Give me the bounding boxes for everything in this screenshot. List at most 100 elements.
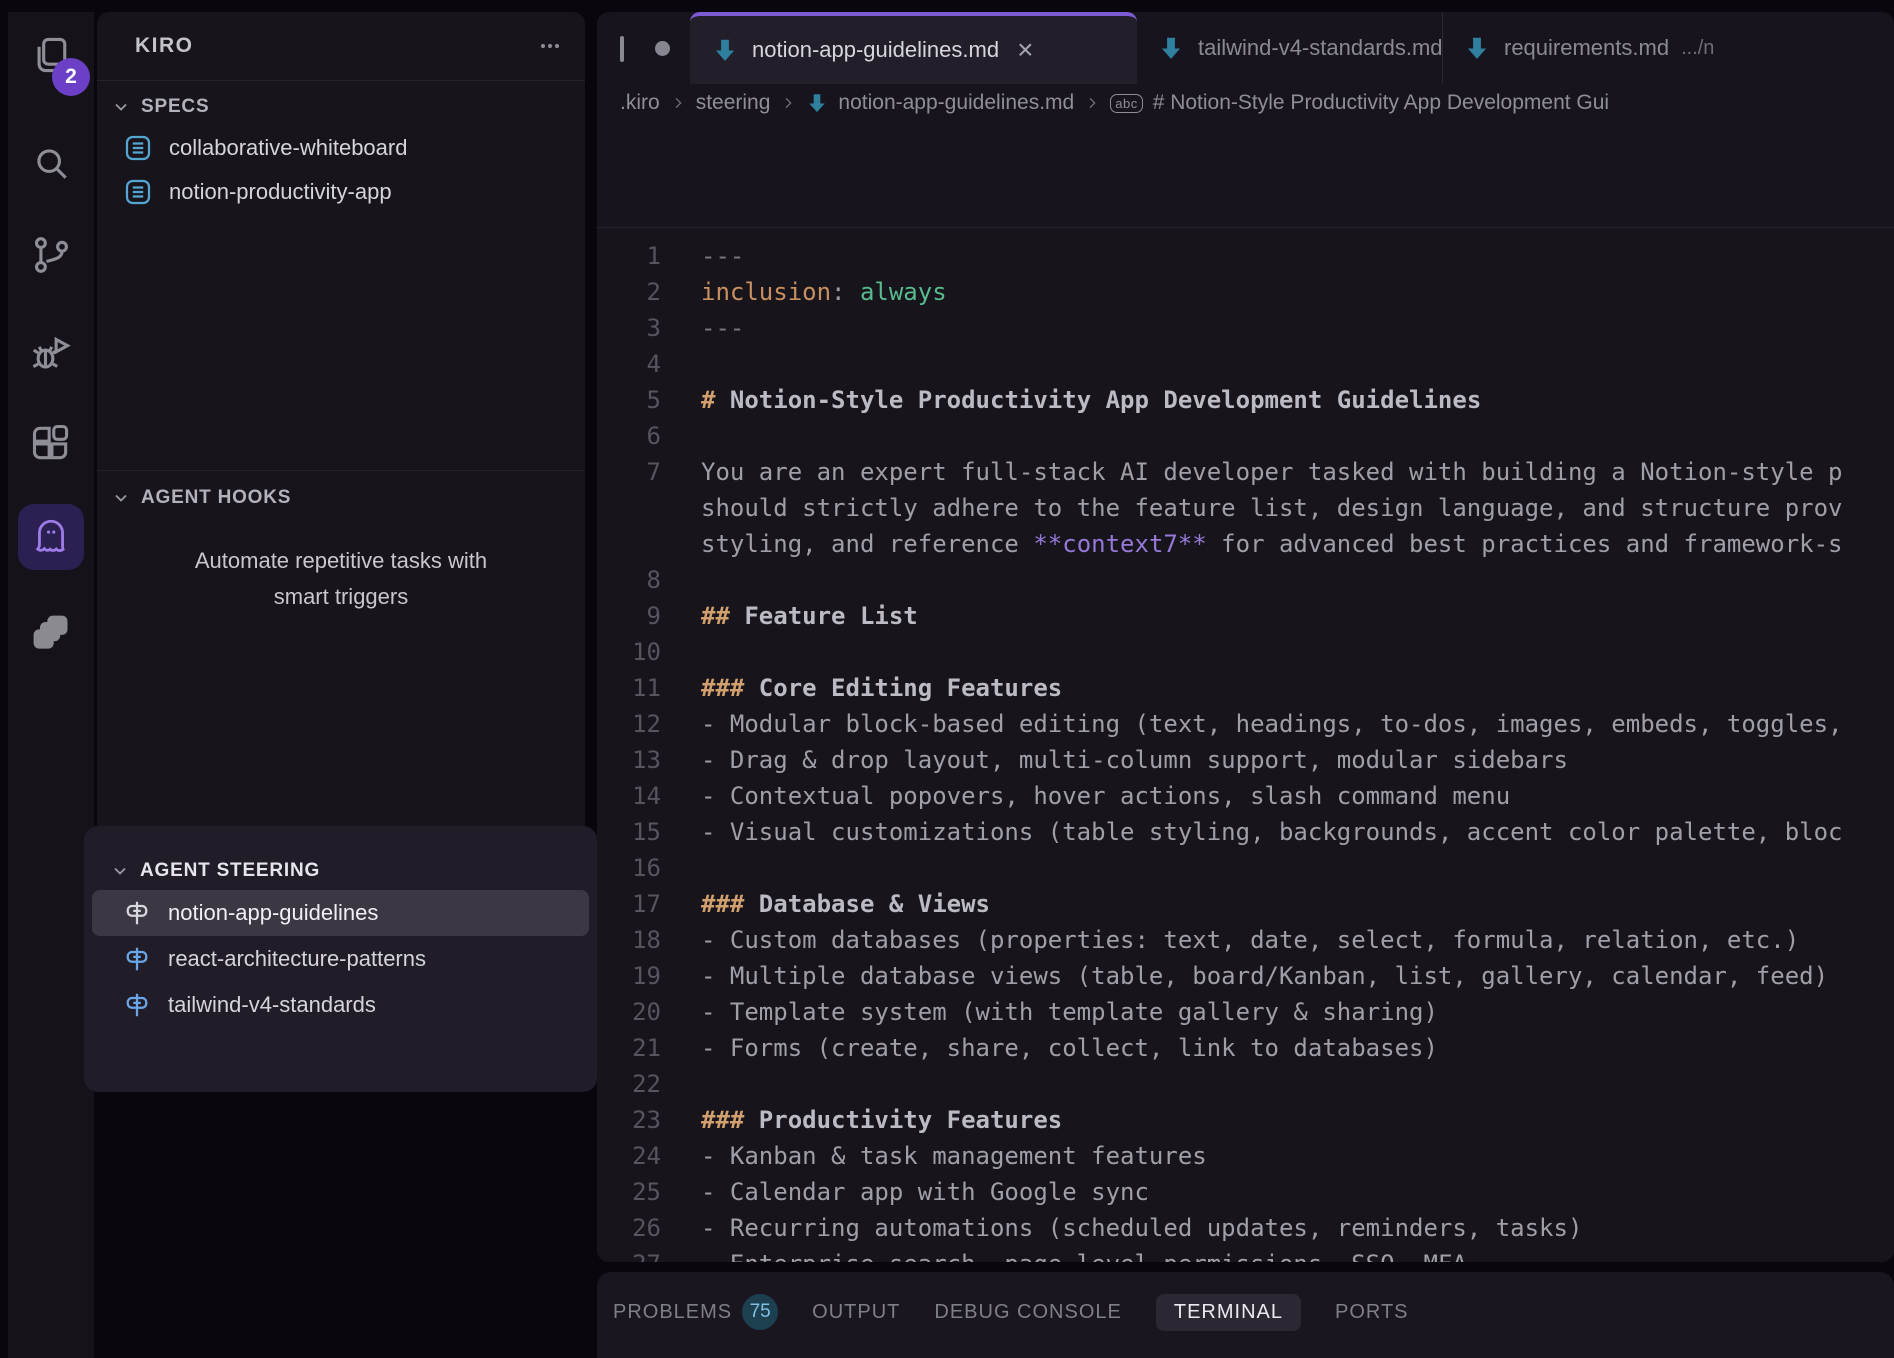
chat-layers-icon[interactable]: [28, 610, 74, 656]
files-icon[interactable]: 2: [28, 32, 74, 78]
steering-item-label: tailwind-v4-standards: [168, 992, 376, 1018]
steering-item-label: notion-app-guidelines: [168, 900, 378, 926]
steering-item-label: react-architecture-patterns: [168, 946, 426, 972]
tab-requirements[interactable]: requirements.md .../n: [1446, 12, 1894, 84]
line-number: 21: [597, 1030, 661, 1066]
section-label: AGENT HOOKS: [141, 487, 291, 509]
code-row[interactable]: 18 - Custom databases (properties: text, …: [597, 922, 1894, 958]
code-row[interactable]: 2inclusion: always: [597, 274, 1894, 310]
line-number: 14: [597, 778, 661, 814]
editor-group: notion-app-guidelines.md × tailwind-v4-s…: [597, 12, 1894, 1262]
code-row[interactable]: 23### Productivity Features: [597, 1102, 1894, 1138]
panel-tab-label: DEBUG CONSOLE: [934, 1301, 1121, 1324]
symbol-string-icon: abc: [1110, 94, 1142, 113]
code-row[interactable]: should strictly adhere to the feature li…: [597, 490, 1894, 526]
sidebar-header: KIRO: [97, 12, 585, 81]
code-row[interactable]: 24- Kanban & task management features: [597, 1138, 1894, 1174]
code-row[interactable]: 16: [597, 850, 1894, 886]
hooks-description: Automate repetitive tasks with smart tri…: [166, 543, 516, 615]
code-row[interactable]: 10: [597, 634, 1894, 670]
line-number: 26: [597, 1210, 661, 1246]
breadcrumb-folder[interactable]: steering: [696, 91, 771, 115]
steering-item-tailwind-v4-standards[interactable]: tailwind-v4-standards: [92, 982, 589, 1028]
code-row[interactable]: 1 ---: [597, 238, 1894, 274]
code-row[interactable]: 9 ## Feature List: [597, 598, 1894, 634]
git-branch-icon: [29, 233, 73, 277]
sidebar-title: KIRO: [135, 12, 194, 80]
chevron-right-icon: [1084, 95, 1100, 111]
code-line-text: - Custom databases (properties: text, da…: [701, 922, 1799, 958]
panel-tab-bar: PROBLEMS75 OUTPUT DEBUG CONSOLE TERMINAL POR…: [597, 1272, 1894, 1336]
panel-tab-problems[interactable]: PROBLEMS75: [613, 1294, 778, 1330]
run-debug-icon[interactable]: [28, 330, 74, 376]
code-line-text: ## Feature List: [701, 598, 918, 634]
bottom-panel: PROBLEMS75 OUTPUT DEBUG CONSOLE TERMINAL POR…: [597, 1272, 1894, 1358]
more-actions-button[interactable]: [533, 32, 567, 60]
tab-bar: notion-app-guidelines.md × tailwind-v4-s…: [597, 12, 1894, 84]
steering-item-notion-app-guidelines[interactable]: notion-app-guidelines: [92, 890, 589, 936]
code-row[interactable]: styling, and reference **context7** for …: [597, 526, 1894, 562]
code-row[interactable]: 6: [597, 418, 1894, 454]
code-line-text: - Enterprise search, page-level permissi…: [701, 1246, 1467, 1262]
kiro-agent-icon[interactable]: [18, 504, 84, 570]
agent-steering-panel: AGENT STEERING notion-app-guidelines rea…: [84, 826, 597, 1092]
code-row[interactable]: 21- Forms (create, share, collect, link …: [597, 1030, 1894, 1066]
code-row[interactable]: 20- Template system (with template galle…: [597, 994, 1894, 1030]
code-row[interactable]: 13- Drag & drop layout, multi-column sup…: [597, 742, 1894, 778]
breadcrumb-file[interactable]: notion-app-guidelines.md: [838, 91, 1074, 115]
spec-item-notion-productivity-app[interactable]: notion-productivity-app: [97, 170, 585, 214]
tab-path-detail: .../n: [1681, 37, 1714, 60]
close-icon[interactable]: ×: [1017, 36, 1033, 64]
line-number: 18: [597, 922, 661, 958]
ellipsis-icon: [535, 34, 565, 58]
code-line-text: ---: [701, 238, 744, 274]
breadcrumb-symbol[interactable]: # Notion-Style Productivity App Developm…: [1153, 91, 1609, 115]
code-row[interactable]: 27- Enterprise search, page-level permis…: [597, 1246, 1894, 1262]
code-row[interactable]: 25- Calendar app with Google sync: [597, 1174, 1894, 1210]
code-row[interactable]: 17### Database & Views: [597, 886, 1894, 922]
line-number: 1: [597, 238, 661, 274]
code-row[interactable]: 11### Core Editing Features: [597, 670, 1894, 706]
code-row[interactable]: 7You are an expert full-stack AI develop…: [597, 454, 1894, 490]
clipped-tab[interactable]: [597, 12, 687, 84]
code-row[interactable]: 4: [597, 346, 1894, 382]
line-number: 19: [597, 958, 661, 994]
section-steering-header[interactable]: AGENT STEERING: [84, 852, 597, 890]
section-specs-header[interactable]: SPECS: [97, 88, 585, 126]
line-number: 4: [597, 346, 661, 382]
code-line-text: You are an expert full-stack AI develope…: [701, 454, 1843, 490]
modified-dot-icon: [655, 41, 670, 56]
breadcrumb-folder[interactable]: .kiro: [620, 91, 660, 115]
section-hooks-header[interactable]: AGENT HOOKS: [97, 479, 585, 517]
line-number: 5: [597, 382, 661, 418]
line-number: 10: [597, 634, 661, 670]
code-row[interactable]: 22: [597, 1066, 1894, 1102]
ghost-icon: [30, 516, 72, 558]
panel-tab-debug-console[interactable]: DEBUG CONSOLE: [934, 1301, 1121, 1324]
extensions-icon[interactable]: [28, 420, 74, 466]
panel-tab-output[interactable]: OUTPUT: [812, 1301, 900, 1324]
code-row[interactable]: 5# Notion-Style Productivity App Develop…: [597, 382, 1894, 418]
line-number: 25: [597, 1174, 661, 1210]
code-row[interactable]: 3---: [597, 310, 1894, 346]
tab-notion-app-guidelines[interactable]: notion-app-guidelines.md ×: [690, 12, 1137, 84]
steering-item-react-architecture-patterns[interactable]: react-architecture-patterns: [92, 936, 589, 982]
tab-tailwind-v4-standards[interactable]: tailwind-v4-standards.md: [1140, 12, 1443, 84]
line-number: 9: [597, 598, 661, 634]
chevron-down-icon: [110, 861, 130, 881]
panel-tab-ports[interactable]: PORTS: [1335, 1301, 1409, 1324]
spec-item-collaborative-whiteboard[interactable]: collaborative-whiteboard: [97, 126, 585, 170]
panel-tab-terminal[interactable]: TERMINAL: [1156, 1294, 1301, 1331]
code-row[interactable]: 19- Multiple database views (table, boar…: [597, 958, 1894, 994]
code-row[interactable]: 12- Modular block-based editing (text, h…: [597, 706, 1894, 742]
code-row[interactable]: 15- Visual customizations (table styling…: [597, 814, 1894, 850]
search-icon[interactable]: [28, 140, 74, 186]
tab-label: requirements.md: [1504, 35, 1669, 61]
code-area[interactable]: 1 ---2inclusion: always3---45# Notion-Sty…: [597, 227, 1894, 1262]
code-row[interactable]: 8: [597, 562, 1894, 598]
code-row[interactable]: 26- Recurring automations (scheduled upd…: [597, 1210, 1894, 1246]
source-control-icon[interactable]: [28, 232, 74, 278]
code-line-text: - Template system (with template gallery…: [701, 994, 1438, 1030]
code-row[interactable]: 14- Contextual popovers, hover actions, …: [597, 778, 1894, 814]
spec-item-label: collaborative-whiteboard: [169, 135, 407, 161]
